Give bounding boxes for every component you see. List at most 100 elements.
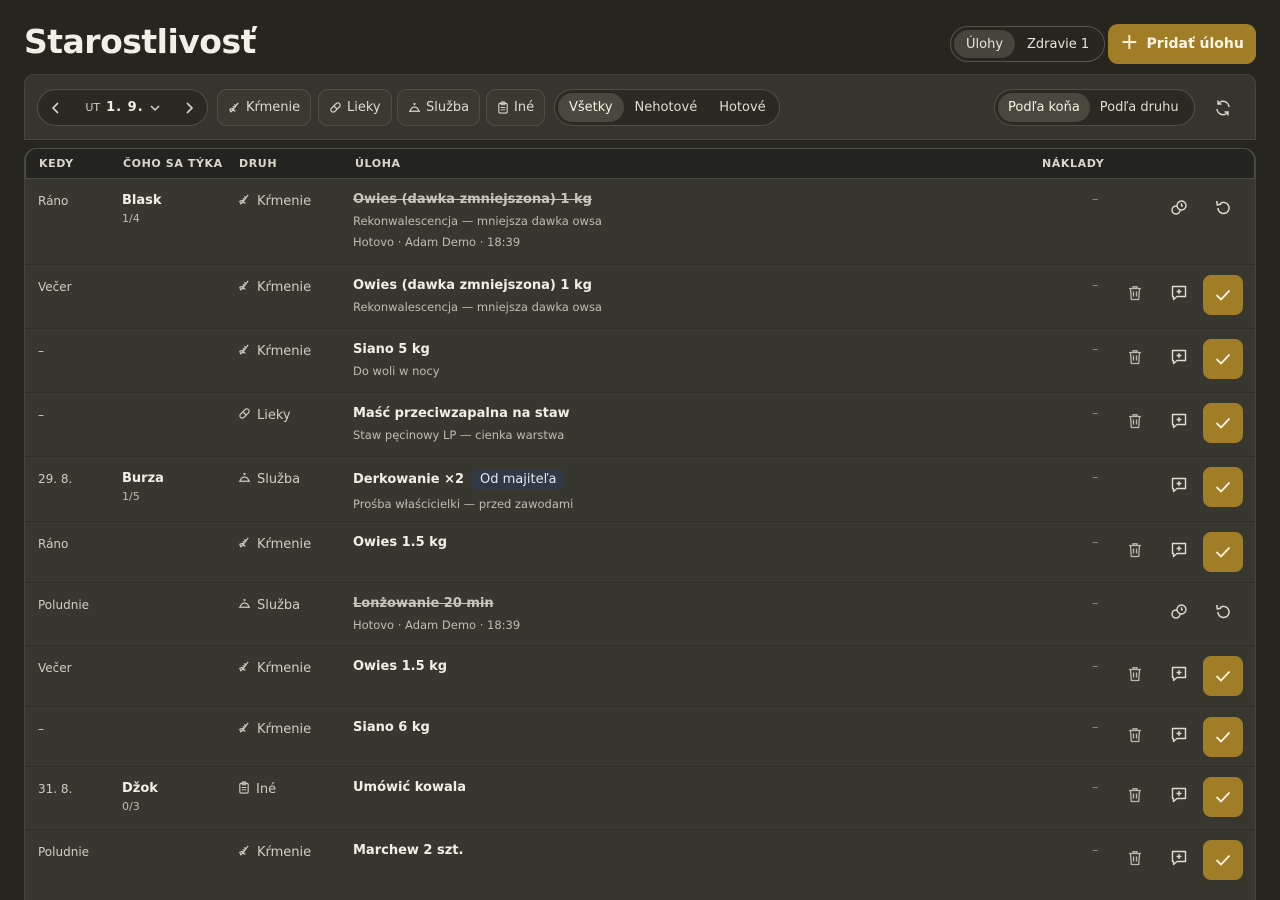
group-by-kind[interactable]: Podľa druhu [1090,93,1189,122]
table-row: 31. 8. Džok 0/3 Iné Umówić kowala – [25,766,1255,829]
mark-done-button[interactable] [1203,467,1243,507]
comment-plus-icon [1170,726,1188,748]
mark-done-button[interactable] [1203,777,1243,817]
chip-feeding[interactable]: Kŕmenie [217,89,312,126]
col-cost: NÁKLADY [1042,157,1105,170]
trash-icon [1128,666,1142,686]
add-note-button[interactable] [1166,784,1192,810]
add-note-button[interactable] [1166,847,1192,873]
delete-button[interactable] [1122,663,1148,689]
chevron-down-icon [150,104,160,111]
kind-label: Kŕmenie [257,280,312,295]
chip-other[interactable]: Iné [486,89,546,126]
add-note-button[interactable] [1166,346,1192,372]
group-toggle: Podľa koňa Podľa druhu [994,89,1195,126]
date-picker[interactable]: UT 1. 9. [74,100,171,115]
task-title: Siano 5 kg [353,342,440,357]
task-title: Maść przeciwzapalna na staw [353,406,570,421]
add-note-button[interactable] [1166,539,1192,565]
row-horse[interactable]: Burza 1/5 [122,471,164,503]
row-task: Owies (dawka zmniejszona) 1 kg Rekonwale… [353,192,602,249]
chip-other-label: Iné [514,100,535,115]
history-button[interactable] [1166,601,1192,627]
task-title: Siano 6 kg [353,720,430,735]
group-by-horse[interactable]: Podľa koňa [998,93,1090,122]
col-kind: DRUH [239,157,278,170]
refresh-button[interactable] [1209,94,1237,122]
next-day-button[interactable] [171,90,207,126]
row-task: Umówić kowala [353,780,466,795]
add-note-button[interactable] [1166,663,1192,689]
tab-health[interactable]: Zdravie 1 [1015,30,1101,58]
mark-done-button[interactable] [1203,339,1243,379]
delete-button[interactable] [1122,784,1148,810]
clipboard-icon [498,101,508,114]
kind-label: Kŕmenie [257,344,312,359]
check-icon [1215,350,1231,369]
mark-done-button[interactable] [1203,532,1243,572]
add-note-button[interactable] [1166,474,1192,500]
task-title: Owies (dawka zmniejszona) 1 kg [353,192,602,207]
row-cost: – [1092,406,1099,421]
delete-button[interactable] [1122,282,1148,308]
history-button[interactable] [1166,197,1192,223]
filter-done[interactable]: Hotové [708,93,776,122]
undo-button[interactable] [1210,197,1236,223]
feed-icon [238,721,251,738]
status-filter: Všetky Nehotové Hotové [554,89,780,126]
delete-button[interactable] [1122,346,1148,372]
delete-button[interactable] [1122,847,1148,873]
feed-icon [238,536,251,553]
feed-icon [238,660,251,677]
kind-label: Kŕmenie [257,661,312,676]
task-title: Umówić kowala [353,780,466,795]
table-row: Ráno Blask 1/4 Kŕmenie Owies (dawka zmni… [25,179,1255,264]
feed-icon [238,343,251,360]
history-icon [1170,199,1188,221]
row-when: – [38,344,44,358]
tab-tasks[interactable]: Úlohy [954,30,1016,58]
mark-done-button[interactable] [1203,656,1243,696]
chip-meds[interactable]: Lieky [318,89,392,126]
row-kind: Kŕmenie [238,193,311,210]
history-icon [1170,603,1188,625]
add-note-button[interactable] [1166,282,1192,308]
undo-button[interactable] [1210,601,1236,627]
task-title: Marchew 2 szt. [353,843,463,858]
mark-done-button[interactable] [1203,403,1243,443]
add-task-button[interactable]: + Pridať úlohu [1108,24,1256,64]
undo-icon [1214,199,1232,221]
mark-done-button[interactable] [1203,275,1243,315]
delete-button[interactable] [1122,724,1148,750]
pill-icon [238,407,251,424]
mark-done-button[interactable] [1203,717,1243,757]
mark-done-button[interactable] [1203,840,1243,880]
horse-progress: 1/4 [122,212,140,225]
row-horse[interactable]: Blask 1/4 [122,193,162,225]
comment-plus-icon [1170,541,1188,563]
row-kind: Služba [238,471,300,488]
task-done-meta: Hotovo · Adam Demo · 18:39 [353,235,521,249]
task-note: Prośba właścicielki — przed zawodami [353,497,574,511]
check-icon [1215,788,1231,807]
chip-service[interactable]: Služba [397,89,481,126]
delete-button[interactable] [1122,410,1148,436]
feed-icon [229,102,239,113]
row-cost: – [1092,278,1099,293]
row-when: Večer [38,280,72,294]
row-kind: Služba [238,597,300,614]
row-cost: – [1092,535,1099,550]
add-note-button[interactable] [1166,724,1192,750]
row-horse[interactable]: Džok 0/3 [122,781,158,813]
table-row: Večer Kŕmenie Owies 1.5 kg – [25,645,1255,706]
task-title: Lonżowanie 20 min [353,596,520,611]
filter-undone[interactable]: Nehotové [624,93,709,122]
horse-name: Blask [122,193,162,208]
delete-button[interactable] [1122,539,1148,565]
filter-all[interactable]: Všetky [558,93,624,122]
toolbar: UT 1. 9. Kŕmenie Lieky Služba Iné Všetky… [24,74,1256,140]
add-note-button[interactable] [1166,410,1192,436]
prev-day-button[interactable] [38,90,74,126]
comment-plus-icon [1170,786,1188,808]
horse-name: Džok [122,781,158,796]
